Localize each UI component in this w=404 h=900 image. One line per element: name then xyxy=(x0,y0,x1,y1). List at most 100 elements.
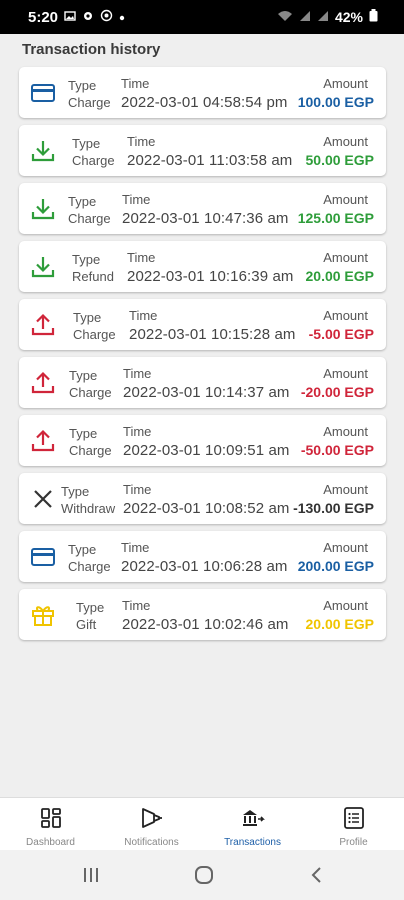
bottom-nav: Dashboard Notifications Transactions Pro… xyxy=(0,797,404,850)
amount-value: 200.00 EGP xyxy=(297,558,374,574)
amount-label: Amount xyxy=(323,424,368,439)
amount-value: -130.00 EGP xyxy=(293,500,374,516)
amount-label: Amount xyxy=(323,250,368,265)
type-value: Gift xyxy=(76,617,97,632)
transaction-card[interactable]: Type Gift Time 2022-03-01 10:02:46 am Amount… xyxy=(19,589,386,640)
whatsapp-icon xyxy=(100,9,113,25)
amount-value: -5.00 EGP xyxy=(308,326,374,342)
upload-icon xyxy=(30,428,56,454)
type-value: Withdraw xyxy=(61,501,116,516)
megaphone-icon xyxy=(140,806,164,830)
amount-label: Amount xyxy=(323,482,368,497)
upload-icon xyxy=(30,312,56,338)
type-label: Type xyxy=(69,368,98,383)
transaction-card[interactable]: Type Charge Time 2022-03-01 10:47:36 am Amou… xyxy=(19,183,386,234)
type-value: Charge xyxy=(72,153,115,168)
transaction-card[interactable]: Type Charge Time 2022-03-01 10:06:28 am Amou… xyxy=(19,531,386,582)
nav-profile[interactable]: Profile xyxy=(303,798,404,850)
type-label: Type xyxy=(76,600,105,615)
nav-dashboard[interactable]: Dashboard xyxy=(0,798,101,850)
dot-icon xyxy=(119,10,125,24)
wifi-icon xyxy=(277,10,293,25)
time-label: Time xyxy=(123,482,152,497)
type-label: Type xyxy=(68,78,97,93)
amount-label: Amount xyxy=(323,598,368,613)
type-label: Type xyxy=(73,310,102,325)
page-title: Transaction history xyxy=(22,41,161,58)
amount-value: -50.00 EGP xyxy=(300,442,374,458)
nav-transactions-label: Transactions xyxy=(224,837,281,848)
type-label: Type xyxy=(68,542,97,557)
amount-value: 100.00 EGP xyxy=(297,94,374,110)
gear-icon xyxy=(82,10,94,25)
transaction-card[interactable]: Type Charge Time 2022-03-01 11:03:58 am Amou… xyxy=(19,125,386,176)
gift-icon xyxy=(30,602,56,628)
transaction-card[interactable]: Type Charge Time 2022-03-01 10:09:51 am Amou… xyxy=(19,415,386,466)
status-time: 5:20 xyxy=(28,8,59,26)
time-label: Time xyxy=(123,424,152,439)
transaction-card[interactable]: Type Withdraw Time 2022-03-01 10:08:52 am Am… xyxy=(19,473,386,524)
credit-card-icon xyxy=(30,80,56,106)
nav-transactions[interactable]: Transactions xyxy=(202,798,303,850)
recent-apps-icon[interactable] xyxy=(80,864,102,886)
time-label: Time xyxy=(123,366,152,381)
battery-percent: 42% xyxy=(334,9,363,25)
time-value: 2022-03-01 10:09:51 am xyxy=(123,442,290,459)
system-nav-bar xyxy=(0,850,404,900)
download-icon xyxy=(30,254,56,280)
type-value: Charge xyxy=(69,385,112,400)
amount-value: 125.00 EGP xyxy=(297,210,374,226)
amount-label: Amount xyxy=(323,192,368,207)
type-label: Type xyxy=(69,426,98,441)
transaction-card[interactable]: Type Charge Time 2022-03-01 04:58:54 pm Amou… xyxy=(19,67,386,118)
back-icon[interactable] xyxy=(306,864,328,886)
time-label: Time xyxy=(122,598,151,613)
type-value: Charge xyxy=(73,327,116,342)
status-left: 5:20 xyxy=(28,9,125,26)
transaction-card[interactable]: Type Charge Time 2022-03-01 10:15:28 am Amou… xyxy=(19,299,386,350)
download-icon xyxy=(30,138,56,164)
amount-label: Amount xyxy=(323,76,368,91)
amount-value: 20.00 EGP xyxy=(305,616,375,632)
time-label: Time xyxy=(129,308,158,323)
type-label: Type xyxy=(72,252,101,267)
bank-transfer-icon xyxy=(241,806,265,830)
nav-notifications[interactable]: Notifications xyxy=(101,798,202,850)
type-value: Charge xyxy=(68,559,111,574)
time-label: Time xyxy=(127,134,156,149)
profile-list-icon xyxy=(342,806,366,830)
nav-dashboard-label: Dashboard xyxy=(26,837,75,848)
nav-profile-label: Profile xyxy=(339,837,368,848)
dashboard-icon xyxy=(39,806,63,830)
type-label: Type xyxy=(72,136,101,151)
image-icon xyxy=(64,10,76,25)
nav-notifications-label: Notifications xyxy=(124,837,179,848)
type-value: Refund xyxy=(72,269,114,284)
signal-icon xyxy=(317,10,329,25)
amount-label: Amount xyxy=(323,540,368,555)
time-value: 2022-03-01 10:06:28 am xyxy=(121,558,288,575)
upload-icon xyxy=(30,370,56,396)
type-value: Charge xyxy=(69,443,112,458)
time-label: Time xyxy=(127,250,156,265)
amount-value: 20.00 EGP xyxy=(305,268,375,284)
type-value: Charge xyxy=(68,95,111,110)
home-icon[interactable] xyxy=(193,864,215,886)
time-value: 2022-03-01 10:47:36 am xyxy=(122,210,289,227)
time-label: Time xyxy=(121,76,150,91)
status-bar: 5:20 42% xyxy=(0,0,404,34)
signal-icon xyxy=(299,10,311,25)
time-value: 2022-03-01 10:15:28 am xyxy=(129,326,296,343)
type-label: Type xyxy=(61,484,90,499)
transaction-card[interactable]: Type Charge Time 2022-03-01 10:14:37 am Amou… xyxy=(19,357,386,408)
download-icon xyxy=(30,196,56,222)
type-label: Type xyxy=(68,194,97,209)
time-value: 2022-03-01 04:58:54 pm xyxy=(121,94,288,111)
amount-value: -20.00 EGP xyxy=(300,384,374,400)
time-value: 2022-03-01 11:03:58 am xyxy=(127,152,293,169)
time-label: Time xyxy=(121,540,150,555)
amount-label: Amount xyxy=(323,308,368,323)
time-value: 2022-03-01 10:16:39 am xyxy=(127,268,294,285)
close-icon xyxy=(30,486,56,512)
transaction-card[interactable]: Type Refund Time 2022-03-01 10:16:39 am Amou… xyxy=(19,241,386,292)
